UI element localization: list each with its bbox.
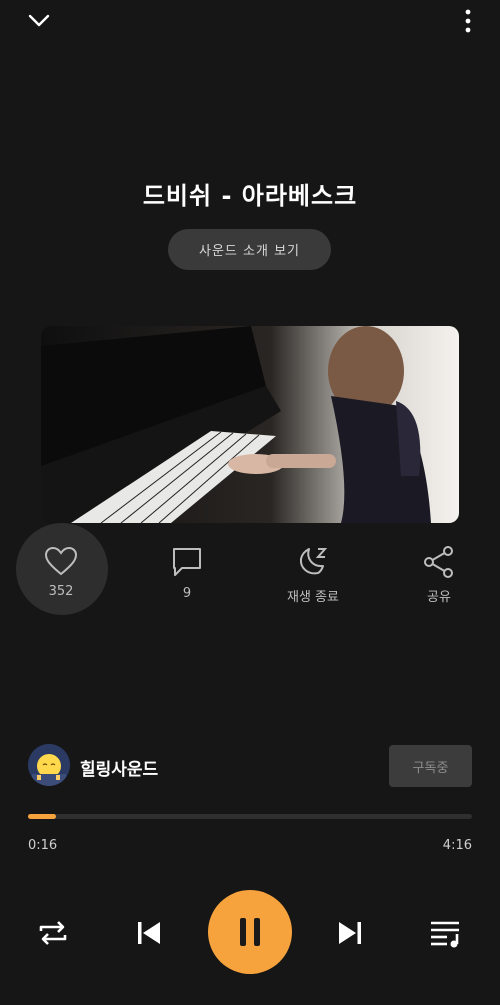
more-vertical-icon (464, 9, 472, 33)
share-button[interactable]: 공유 (394, 546, 484, 626)
video-thumbnail[interactable] (41, 326, 459, 523)
progress-fill (28, 814, 56, 819)
progress-track[interactable] (28, 814, 472, 819)
playlist-icon (429, 918, 463, 948)
subscribe-button[interactable]: 구독중 (389, 745, 472, 787)
heart-icon (44, 546, 78, 576)
share-label: 공유 (427, 590, 451, 605)
channel-avatar[interactable] (28, 744, 70, 786)
share-icon (422, 546, 456, 578)
repeat-icon (36, 918, 70, 948)
moon-icon (296, 546, 330, 578)
current-time: 0:16 (28, 838, 58, 853)
channel-name[interactable]: 힐링사운드 (80, 755, 158, 780)
like-count: 352 (48, 584, 74, 599)
like-button[interactable]: 352 (16, 546, 106, 626)
play-pause-button[interactable] (208, 890, 292, 974)
previous-button[interactable] (124, 908, 174, 958)
skip-previous-icon (135, 919, 163, 947)
collapse-button[interactable] (22, 6, 56, 36)
comment-icon (170, 546, 204, 578)
chevron-down-icon (28, 14, 50, 28)
track-title: 드비쉬 - 아라베스크 (142, 182, 358, 210)
skip-next-icon (336, 919, 364, 947)
pause-icon (237, 916, 263, 948)
comment-button[interactable]: 9 (142, 546, 232, 626)
more-options-button[interactable] (458, 4, 478, 38)
repeat-button[interactable] (28, 908, 78, 958)
total-time: 4:16 (442, 838, 472, 853)
playlist-button[interactable] (421, 908, 471, 958)
sound-intro-button[interactable]: 사운드 소개 보기 (168, 229, 331, 270)
next-button[interactable] (325, 908, 375, 958)
sleep-timer-label: 재생 종료 (287, 590, 339, 605)
comment-count: 9 (182, 586, 192, 601)
sleep-timer-button[interactable]: 재생 종료 (268, 546, 358, 626)
